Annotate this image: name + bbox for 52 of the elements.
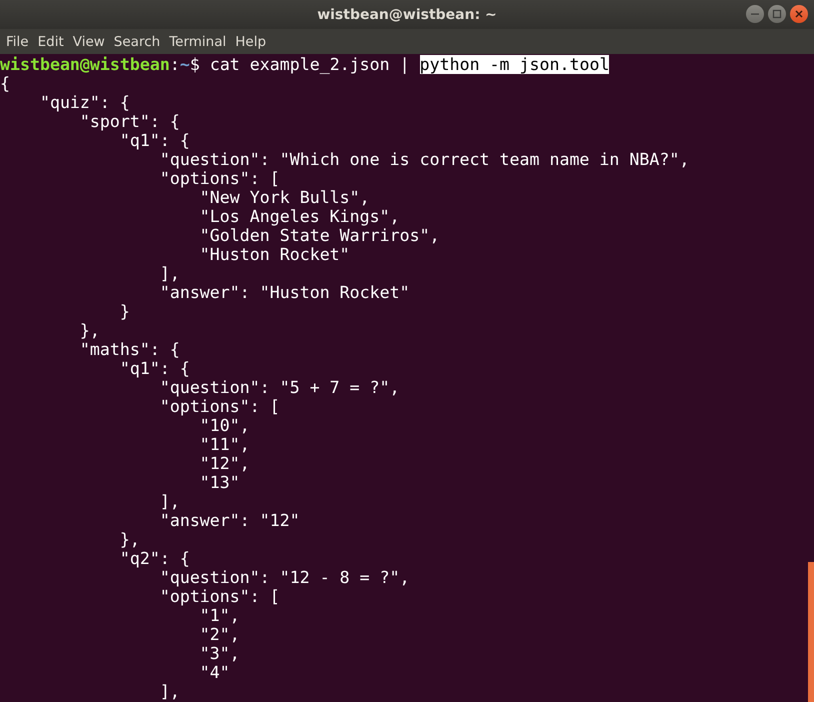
output-line: "Golden State Warriros",	[198, 226, 440, 245]
menu-item[interactable]: Terminal	[169, 34, 232, 50]
prompt-user: wistbean@wistbean	[0, 55, 170, 74]
output-line: },	[118, 530, 140, 549]
window-title: wistbean@wistbean: ~	[317, 6, 497, 22]
output-line: "Los Angeles Kings",	[198, 207, 400, 226]
menu-item[interactable]: Edit	[38, 34, 70, 50]
output-line: {	[0, 74, 10, 93]
output-line: "11",	[198, 435, 250, 454]
output-line: "13"	[198, 473, 240, 492]
output-line: "question": "Which one is correct team name in NBA?",	[158, 150, 690, 169]
output-line: "question": "12 - 8 = ?",	[158, 568, 410, 587]
menu-item[interactable]: View	[72, 34, 111, 50]
close-icon	[794, 9, 804, 19]
output-line: "answer": "Huston Rocket"	[158, 283, 410, 302]
output-line: }	[118, 302, 130, 321]
maximize-icon	[772, 9, 782, 19]
output-line: "answer": "12"	[158, 511, 300, 530]
output-line: "maths": {	[78, 340, 180, 359]
maximize-button[interactable]	[768, 5, 786, 23]
output-line: "q2": {	[118, 549, 190, 568]
output-line: "options": [	[158, 169, 280, 188]
output-line: "4"	[198, 663, 230, 682]
close-button[interactable]	[790, 5, 808, 23]
selected-text: python -m json.tool	[420, 55, 610, 74]
output-line: "Huston Rocket"	[198, 245, 350, 264]
menu-item[interactable]: Search	[114, 34, 166, 50]
prompt-separator: :	[170, 55, 180, 74]
output-line: "2",	[198, 625, 240, 644]
menu-item[interactable]: Help	[235, 34, 272, 50]
prompt-path: ~	[180, 55, 190, 74]
scrollbar-thumb[interactable]	[808, 562, 814, 702]
output-line: "q1": {	[118, 359, 190, 378]
output-line: "options": [	[158, 587, 280, 606]
menu-item[interactable]: File	[6, 34, 35, 50]
minimize-button[interactable]	[746, 5, 764, 23]
output-line: },	[78, 321, 100, 340]
prompt-symbol: $	[190, 55, 200, 74]
command-text: cat example_2.json |	[210, 55, 410, 74]
output-line: "quiz": {	[38, 93, 130, 112]
output-line: "q1": {	[118, 131, 190, 150]
output-line: ],	[158, 682, 180, 701]
output-line: "12",	[198, 454, 250, 473]
output-line: "sport": {	[78, 112, 180, 131]
output-line: "question": "5 + 7 = ?",	[158, 378, 400, 397]
output-line: "1",	[198, 606, 240, 625]
output-line: "10",	[198, 416, 250, 435]
output-line: "New York Bulls",	[198, 188, 370, 207]
output-line: ],	[158, 264, 180, 283]
output-line: "3",	[198, 644, 240, 663]
output-line: ],	[158, 492, 180, 511]
output-line: "options": [	[158, 397, 280, 416]
